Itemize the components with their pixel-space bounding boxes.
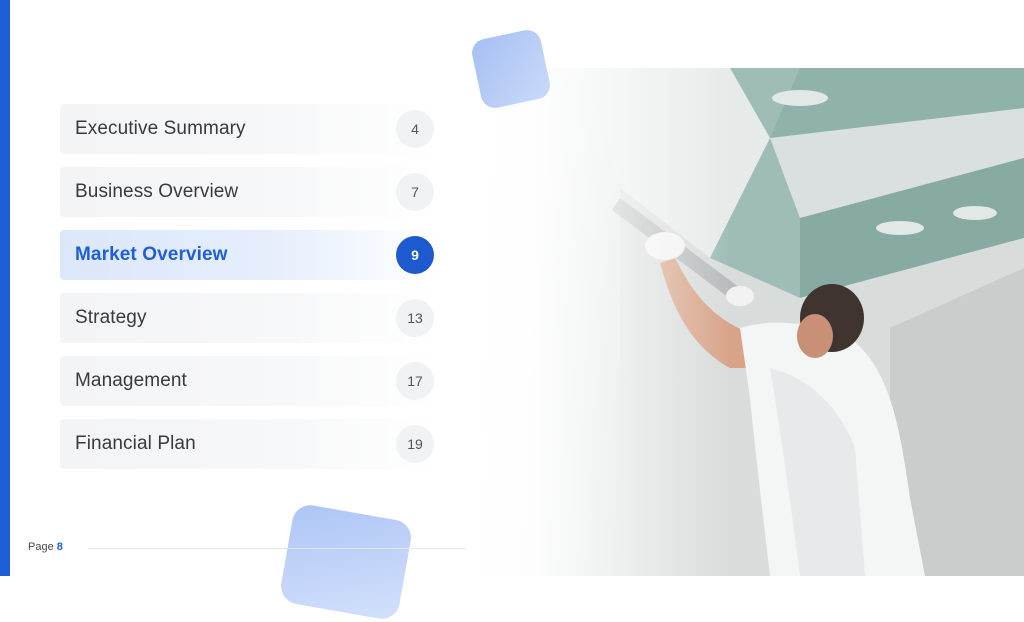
toc-item-strategy[interactable]: Strategy 13 xyxy=(60,293,440,343)
toc-item-executive-summary[interactable]: Executive Summary 4 xyxy=(60,104,440,154)
toc-page-number-badge: 19 xyxy=(396,425,434,463)
page-label: Page xyxy=(28,541,54,553)
toc-item-label: Financial Plan xyxy=(75,433,196,454)
toc-item-label: Market Overview xyxy=(75,244,228,265)
accent-bar xyxy=(0,0,10,576)
toc-page-number-badge: 17 xyxy=(396,362,434,400)
footer-divider xyxy=(88,548,466,549)
photo-drywall-worker xyxy=(470,68,1024,576)
photo-fade-overlay xyxy=(470,68,730,576)
table-of-contents: Executive Summary 4 Business Overview 7 … xyxy=(60,104,440,482)
toc-page-number-badge: 9 xyxy=(396,236,434,274)
decorative-square-bottom xyxy=(278,502,414,622)
toc-page-number-badge: 4 xyxy=(396,110,434,148)
toc-item-label: Strategy xyxy=(75,307,147,328)
toc-item-label: Business Overview xyxy=(75,181,239,202)
toc-item-business-overview[interactable]: Business Overview 7 xyxy=(60,167,440,217)
page-footer: Page 8 xyxy=(28,541,63,553)
page-number: 8 xyxy=(56,541,63,553)
toc-item-label: Management xyxy=(75,370,187,391)
toc-item-market-overview[interactable]: Market Overview 9 xyxy=(60,230,440,280)
toc-page-number-badge: 13 xyxy=(396,299,434,337)
toc-item-financial-plan[interactable]: Financial Plan 19 xyxy=(60,419,440,469)
decorative-square-top xyxy=(469,27,553,111)
toc-page-number-badge: 7 xyxy=(396,173,434,211)
toc-item-label: Executive Summary xyxy=(75,118,246,139)
toc-item-management[interactable]: Management 17 xyxy=(60,356,440,406)
